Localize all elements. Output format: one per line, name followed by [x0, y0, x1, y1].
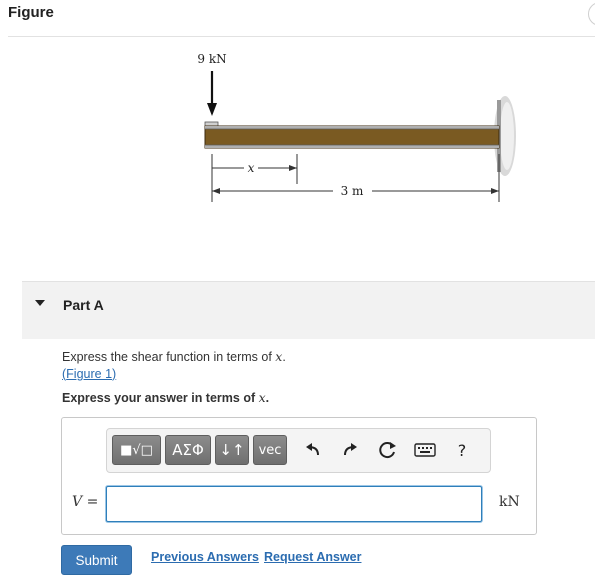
- help-button[interactable]: ?: [449, 435, 475, 465]
- instruction-variable: x: [258, 390, 266, 405]
- reset-icon[interactable]: [375, 435, 401, 465]
- cantilever-beam-figure: 9 kN x 3 m: [197, 52, 516, 202]
- submit-button[interactable]: Submit: [61, 545, 132, 575]
- equals-sign: =: [82, 494, 99, 510]
- figure-link[interactable]: (Figure 1): [62, 367, 116, 381]
- answer-variable-label: V =: [72, 494, 98, 510]
- part-a-header[interactable]: Part A: [22, 281, 595, 339]
- redo-icon[interactable]: [337, 435, 363, 465]
- instruction-suffix: .: [265, 391, 270, 405]
- question-suffix: .: [282, 350, 286, 364]
- load-arrow: [207, 71, 217, 116]
- part-label: Part A: [63, 297, 104, 313]
- unit-label: kN: [499, 494, 520, 510]
- templates-button[interactable]: ■√□: [112, 435, 161, 465]
- x-label: x: [248, 161, 255, 175]
- instruction-prefix: Express your answer in terms of: [62, 391, 259, 405]
- figure-title: Figure: [8, 4, 54, 21]
- load-pad: [204, 121, 219, 127]
- link-text: Figure 1: [66, 367, 113, 381]
- request-answer-link[interactable]: Request Answer: [264, 550, 361, 564]
- math-toolbar: ■√□ ΑΣΦ ↓↑ vec ?: [106, 428, 491, 473]
- sub-sup-button[interactable]: ↓↑: [215, 435, 249, 465]
- load-label: 9 kN: [197, 52, 226, 66]
- caret-down-icon[interactable]: [35, 300, 45, 306]
- undo-icon[interactable]: [300, 435, 326, 465]
- length-label: 3 m: [341, 184, 364, 198]
- question-prefix: Express the shear function in terms of: [62, 350, 276, 364]
- question-text: Express the shear function in terms of x…: [62, 348, 286, 383]
- link-close: ): [112, 367, 117, 381]
- answer-input[interactable]: [106, 486, 482, 522]
- header-divider: [8, 36, 595, 37]
- keyboard-icon[interactable]: [412, 435, 438, 465]
- figure-nav-button[interactable]: [588, 2, 595, 26]
- x-dimension: [211, 154, 298, 202]
- beam: [204, 125, 500, 149]
- answer-box: ■√□ ΑΣΦ ↓↑ vec ? V = kN: [61, 417, 537, 535]
- variable-symbol: V: [72, 494, 83, 510]
- symbols-button[interactable]: ΑΣΦ: [165, 435, 211, 465]
- instruction-text: Express your answer in terms of x.: [62, 390, 269, 405]
- previous-answers-link[interactable]: Previous Answers: [151, 550, 259, 564]
- vec-button[interactable]: vec: [253, 435, 287, 465]
